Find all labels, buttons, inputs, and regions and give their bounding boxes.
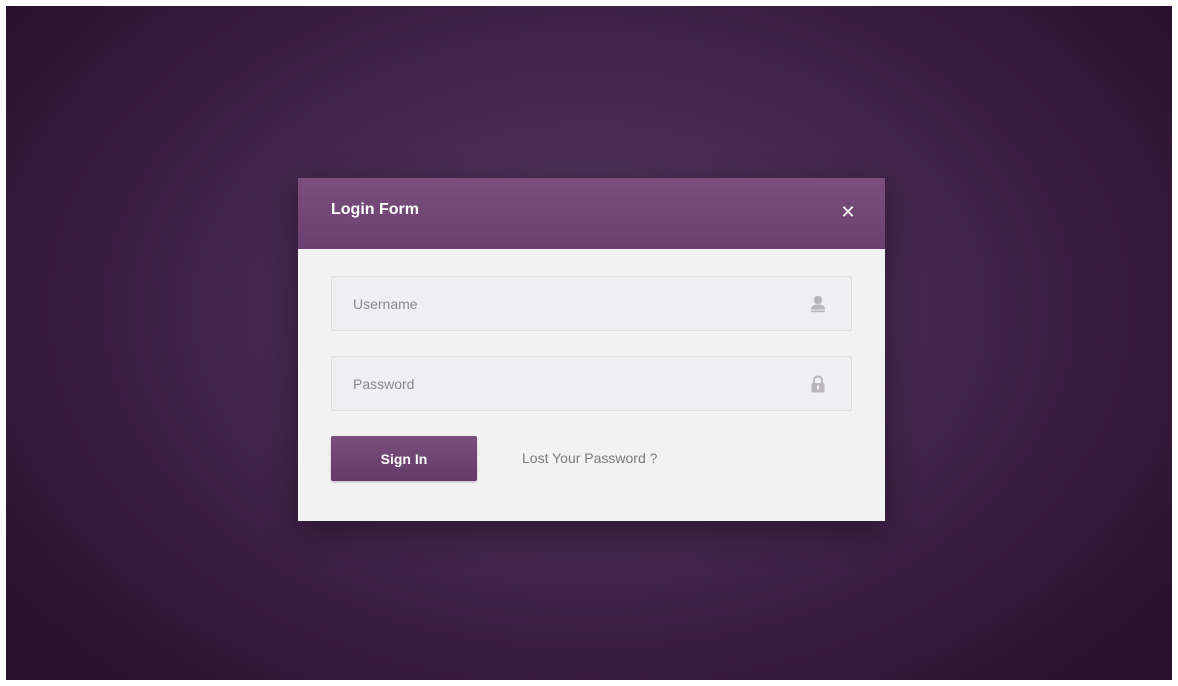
user-icon xyxy=(811,295,825,313)
password-field xyxy=(331,356,852,411)
username-input[interactable] xyxy=(332,277,851,330)
dialog-header: Login Form ✕ xyxy=(298,178,885,249)
close-button[interactable]: ✕ xyxy=(835,200,861,226)
page-background: Login Form ✕ Sign In Lost Your Password … xyxy=(6,6,1172,680)
close-icon: ✕ xyxy=(840,202,856,223)
login-dialog: Login Form ✕ Sign In Lost Your Password … xyxy=(298,178,885,521)
lock-icon xyxy=(811,375,825,393)
username-field xyxy=(331,276,852,331)
dialog-title: Login Form xyxy=(331,201,419,218)
password-input[interactable] xyxy=(332,357,851,410)
lost-password-link[interactable]: Lost Your Password ? xyxy=(522,450,657,466)
sign-in-button[interactable]: Sign In xyxy=(331,436,477,481)
